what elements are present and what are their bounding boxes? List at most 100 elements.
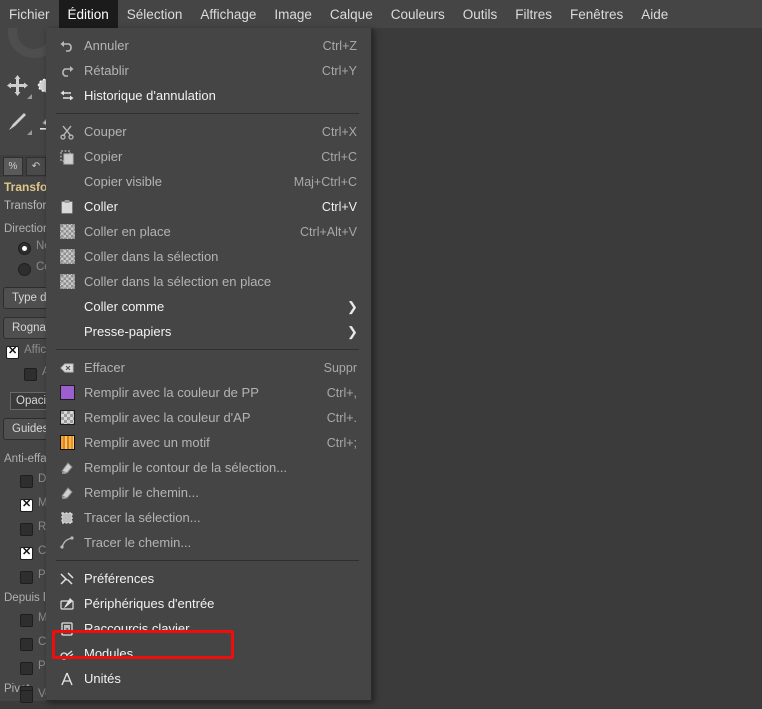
menubar-item-filtres[interactable]: Filtres <box>506 0 561 28</box>
menu-item-remplir-le-contour-de-la-selection: Remplir le contour de la sélection... <box>46 455 371 480</box>
menubar-item-slection[interactable]: Sélection <box>118 0 192 28</box>
direction-radio-corrective[interactable] <box>18 263 31 276</box>
tool-move[interactable] <box>6 74 32 99</box>
menu-separator <box>56 349 359 350</box>
menu-item-remplir-avec-la-couleur-d-ap: Remplir avec la couleur d'AP Ctrl+. <box>46 405 371 430</box>
from-checkbox-0[interactable] <box>20 614 33 627</box>
modules-icon <box>56 645 78 663</box>
menubar-item-calque[interactable]: Calque <box>321 0 382 28</box>
menu-item-label: Tracer le chemin... <box>84 535 192 550</box>
bottom-strip <box>0 701 762 709</box>
ae-checkbox-4[interactable] <box>20 571 33 584</box>
menu-item-remplir-avec-la-couleur-de-pp: Remplir avec la couleur de PP Ctrl+, <box>46 380 371 405</box>
menu-item-label: Remplir avec la couleur d'AP <box>84 410 251 425</box>
menubar-item-couleurs[interactable]: Couleurs <box>382 0 454 28</box>
menu-item-peripheriques-d-entree[interactable]: Périphériques d'entrée <box>46 591 371 616</box>
paste-icon <box>56 198 78 216</box>
from-checkbox-2[interactable] <box>20 662 33 675</box>
decorative-arc <box>8 28 46 58</box>
tool-title: Transfor <box>4 180 46 194</box>
menubar-item-fichier[interactable]: Fichier <box>0 0 59 28</box>
menu-item-accelerator: Ctrl+, <box>326 385 357 400</box>
input-devices-icon <box>56 595 78 613</box>
menu-item-label: Remplir le contour de la sélection... <box>84 460 288 475</box>
tool-options-triangle <box>27 94 32 99</box>
pivot-checkbox-vertical[interactable] <box>20 690 33 703</box>
menu-item-coller-comme[interactable]: Coller comme ❯ <box>46 294 371 319</box>
pattern-swatch <box>59 435 75 450</box>
menu-item-label: Presse-papiers <box>84 324 172 339</box>
menu-item-accelerator: Ctrl+C <box>321 149 357 164</box>
apply-preview-checkbox[interactable] <box>24 368 37 381</box>
menubar-item-aide[interactable]: Aide <box>632 0 677 28</box>
menu-item-coller-en-place: Coller en place Ctrl+Alt+V <box>46 219 371 244</box>
menu-item-label: Modules <box>84 646 134 661</box>
no-icon <box>56 298 78 316</box>
menu-item-modules[interactable]: Modules <box>46 641 371 666</box>
tool-eraser[interactable] <box>36 110 46 133</box>
menu-item-label: Couper <box>84 124 127 139</box>
ae-checkbox-1[interactable] <box>20 497 33 512</box>
menu-item-accelerator: Ctrl+Z <box>322 38 357 53</box>
ae-label-4: Per <box>38 569 46 581</box>
no-icon <box>56 323 78 341</box>
menubar-item-image[interactable]: Image <box>265 0 321 28</box>
menu-item-coller[interactable]: Coller Ctrl+V <box>46 194 371 219</box>
menu-item-coller-dans-la-selection: Coller dans la sélection <box>46 244 371 269</box>
tool-ellipse-select[interactable] <box>36 74 46 97</box>
tab-undo-history[interactable]: ↶ <box>26 156 46 176</box>
menubar-item-dition[interactable]: Édition <box>58 0 118 28</box>
interpolation-button[interactable]: Type d'in <box>3 287 46 309</box>
opacity-field[interactable]: Opacit <box>10 392 46 410</box>
paste-into-icon <box>56 248 78 266</box>
menubar-item-fentres[interactable]: Fenêtres <box>561 0 632 28</box>
show-preview-label: Affich <box>24 344 46 356</box>
from-checkbox-1[interactable] <box>20 638 33 651</box>
submenu-chevron-right-icon: ❯ <box>347 298 358 314</box>
move-icon <box>7 75 28 96</box>
menu-item-label: Coller <box>84 199 118 214</box>
menu-item-remplir-avec-un-motif: Remplir avec un motif Ctrl+; <box>46 430 371 455</box>
checkerboard-tile <box>59 274 75 289</box>
menu-item-coller-dans-la-selection-en-place: Coller dans la sélection en place <box>46 269 371 294</box>
menu-item-annuler: Annuler Ctrl+Z <box>46 33 371 58</box>
direction-radio-normal[interactable] <box>18 242 31 255</box>
menu-item-label: Coller dans la sélection <box>84 249 219 264</box>
ellipse-select-icon <box>37 78 46 93</box>
guides-button[interactable]: Guides <box>3 418 46 440</box>
svg-text:a: a <box>65 627 69 634</box>
menu-item-label: Remplir le chemin... <box>84 485 199 500</box>
menu-item-label: Historique d'annulation <box>84 88 216 103</box>
menubar-item-affichage[interactable]: Affichage <box>191 0 265 28</box>
paste-in-place-icon <box>56 223 78 241</box>
show-preview-checkbox[interactable] <box>6 344 19 359</box>
no-icon <box>56 173 78 191</box>
ae-checkbox-2[interactable] <box>20 523 33 536</box>
menu-item-remplir-le-chemin: Remplir le chemin... <box>46 480 371 505</box>
ae-label-0: Dé <box>38 473 46 485</box>
menu-item-label: Rétablir <box>84 63 129 78</box>
menu-item-couper: Couper Ctrl+X <box>46 119 371 144</box>
menu-item-preferences[interactable]: Préférences <box>46 566 371 591</box>
menubar-item-outils[interactable]: Outils <box>454 0 507 28</box>
tab-tool-options[interactable]: % <box>3 156 23 176</box>
toolbox <box>0 28 46 155</box>
dock-tab-strip: % ↶ ■ <box>0 155 46 177</box>
clipping-button[interactable]: Rognag <box>3 317 46 339</box>
menu-item-unites[interactable]: Unités <box>46 666 371 691</box>
menu-item-label: Remplir avec la couleur de PP <box>84 385 259 400</box>
menu-item-historique-d-annulation[interactable]: Historique d'annulation <box>46 83 371 108</box>
menu-item-raccourcis-clavier[interactable]: a Raccourcis clavier <box>46 616 371 641</box>
ae-checkbox-3[interactable] <box>20 545 33 560</box>
units-icon <box>56 670 78 688</box>
menu-item-presse-papiers[interactable]: Presse-papiers ❯ <box>46 319 371 344</box>
menu-item-label: Effacer <box>84 360 125 375</box>
menu-item-label: Raccourcis clavier <box>84 621 190 636</box>
foreground-color-swatch <box>59 385 75 400</box>
preferences-icon <box>56 570 78 588</box>
tool-subtitle: Transform <box>4 200 46 212</box>
menu-item-label: Préférences <box>84 571 155 586</box>
tool-paintbrush[interactable] <box>6 110 32 135</box>
ae-checkbox-0[interactable] <box>20 475 33 488</box>
gimp-window: Fichier Édition Sélection Affichage Image Cal… <box>0 0 762 709</box>
